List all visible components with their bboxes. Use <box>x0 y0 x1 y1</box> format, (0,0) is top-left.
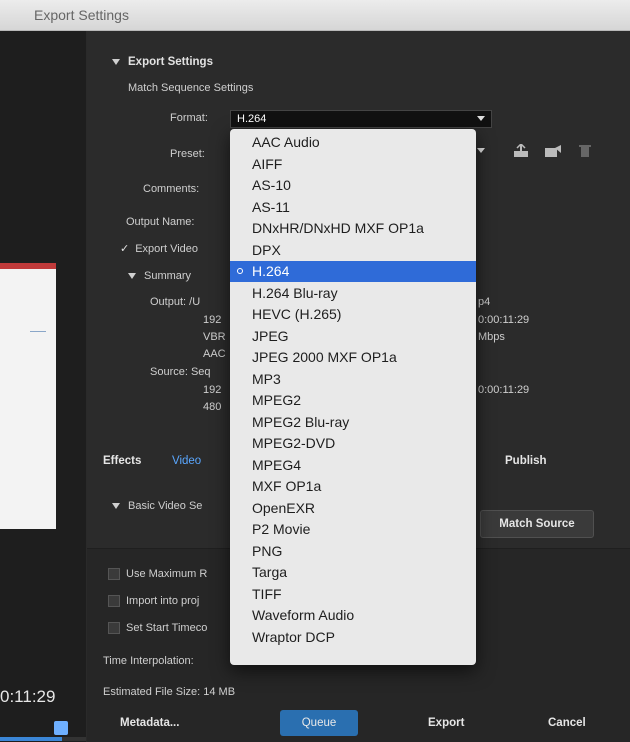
disclosure-triangle-icon <box>112 503 120 510</box>
preset-label: Preset: <box>170 148 205 160</box>
format-label: Format: <box>170 112 208 124</box>
tab-publish[interactable]: Publish <box>505 455 547 467</box>
preset-chevron-down-icon[interactable] <box>477 148 485 153</box>
summary-source-right-1: 0:00:11:29 <box>478 384 530 396</box>
tab-effects[interactable]: Effects <box>103 455 141 467</box>
import-project-checkbox[interactable]: Import into proj <box>108 595 200 608</box>
set-start-timecode-checkbox[interactable]: Set Start Timeco <box>108 622 208 635</box>
delete-preset-icon[interactable] <box>576 144 594 158</box>
format-option[interactable]: H.264 Blu-ray <box>230 283 476 304</box>
set-start-label: Set Start Timeco <box>126 622 208 634</box>
format-option[interactable]: DNxHR/DNxHD MXF OP1a <box>230 218 476 239</box>
window-title: Export Settings <box>34 7 129 23</box>
scrub-bar-fill <box>0 737 62 741</box>
estimated-file-size: Estimated File Size: 14 MB <box>103 686 236 698</box>
playhead-handle[interactable] <box>54 721 68 735</box>
format-option[interactable]: AS-10 <box>230 175 476 196</box>
summary-source-line-1: 192 <box>203 384 222 396</box>
format-option[interactable]: MPEG2 Blu-ray <box>230 412 476 433</box>
summary-source-label: Source: Seq <box>150 366 211 378</box>
summary-source-line-2: 480 <box>203 401 222 413</box>
export-video-checkbox[interactable]: ✓ Export Video <box>120 242 198 255</box>
section-title: Export Settings <box>128 56 213 68</box>
chevron-down-icon <box>477 116 485 121</box>
preview-line <box>30 331 46 332</box>
match-source-button[interactable]: Match Source <box>480 510 594 538</box>
match-sequence-label: Match Sequence Settings <box>128 82 254 94</box>
format-option[interactable]: AIFF <box>230 154 476 175</box>
export-settings-section[interactable]: Export Settings <box>112 56 213 68</box>
checkbox-box <box>108 622 120 635</box>
checkbox-box <box>108 568 120 581</box>
format-option[interactable]: H.264 <box>230 261 476 282</box>
format-select[interactable]: H.264 <box>230 110 492 128</box>
metadata-button[interactable]: Metadata... <box>120 717 179 729</box>
format-option[interactable]: PNG <box>230 541 476 562</box>
basic-video-title: Basic Video Se <box>128 500 203 512</box>
summary-output-right-3: Mbps <box>478 331 505 343</box>
summary-output-right-1: p4 <box>478 296 491 308</box>
timecode: 0:11:29 <box>0 687 56 706</box>
summary-output-right-2: 0:00:11:29 <box>478 314 530 326</box>
format-option[interactable]: MPEG2-DVD <box>230 433 476 454</box>
selected-radio-icon <box>237 268 243 274</box>
import-project-label: Import into proj <box>126 595 200 607</box>
import-preset-icon[interactable] <box>544 144 562 158</box>
format-option[interactable]: MXF OP1a <box>230 476 476 497</box>
format-option[interactable]: TIFF <box>230 584 476 605</box>
title-bar: Export Settings <box>0 0 630 31</box>
disclosure-triangle-icon <box>112 58 120 65</box>
summary-section[interactable]: Summary <box>128 270 191 282</box>
format-dropdown-menu[interactable]: AAC Audio AIFF AS-10 AS-11 DNxHR/DNxHD MXF O… <box>230 129 476 665</box>
export-button[interactable]: Export <box>428 717 464 729</box>
summary-output-line-3: AAC <box>203 348 226 360</box>
format-option[interactable]: MP3 <box>230 369 476 390</box>
format-option[interactable]: MPEG4 <box>230 455 476 476</box>
preview-pane: 0:11:29 <box>0 31 86 742</box>
format-option[interactable]: DPX <box>230 240 476 261</box>
format-option[interactable]: AAC Audio <box>230 132 476 153</box>
format-option[interactable]: JPEG <box>230 326 476 347</box>
summary-output-label: Output: /U <box>150 296 201 308</box>
export-video-label: Export Video <box>135 243 199 255</box>
save-preset-icon[interactable] <box>512 142 530 158</box>
summary-title: Summary <box>144 270 192 282</box>
basic-video-settings-section[interactable]: Basic Video Se <box>112 500 202 512</box>
format-option[interactable]: JPEG 2000 MXF OP1a <box>230 347 476 368</box>
format-option[interactable]: Targa <box>230 562 476 583</box>
format-option[interactable]: AS-11 <box>230 197 476 218</box>
checkmark-icon: ✓ <box>120 243 130 255</box>
summary-output-line-2: VBR <box>203 331 226 343</box>
format-option[interactable]: Wraptor DCP <box>230 627 476 648</box>
tab-video[interactable]: Video <box>172 455 201 467</box>
preview-thumbnail <box>0 263 56 529</box>
summary-output-line-1: 192 <box>203 314 222 326</box>
checkbox-box <box>108 595 120 608</box>
use-max-label: Use Maximum R <box>126 568 208 580</box>
format-option[interactable]: P2 Movie <box>230 519 476 540</box>
format-option[interactable]: OpenEXR <box>230 498 476 519</box>
format-option[interactable]: Waveform Audio <box>230 605 476 626</box>
match-sequence-settings[interactable]: Match Sequence Settings <box>128 82 253 94</box>
time-interpolation-label: Time Interpolation: <box>103 655 194 667</box>
format-option[interactable]: MPEG2 <box>230 390 476 411</box>
output-name-label: Output Name: <box>126 216 195 228</box>
comments-label: Comments: <box>143 183 200 195</box>
disclosure-triangle-icon <box>128 273 136 280</box>
format-option[interactable]: HEVC (H.265) <box>230 304 476 325</box>
format-value: H.264 <box>237 113 267 125</box>
queue-button[interactable]: Queue <box>280 710 358 736</box>
use-max-render-checkbox[interactable]: Use Maximum R <box>108 568 208 581</box>
cancel-button[interactable]: Cancel <box>548 717 586 729</box>
